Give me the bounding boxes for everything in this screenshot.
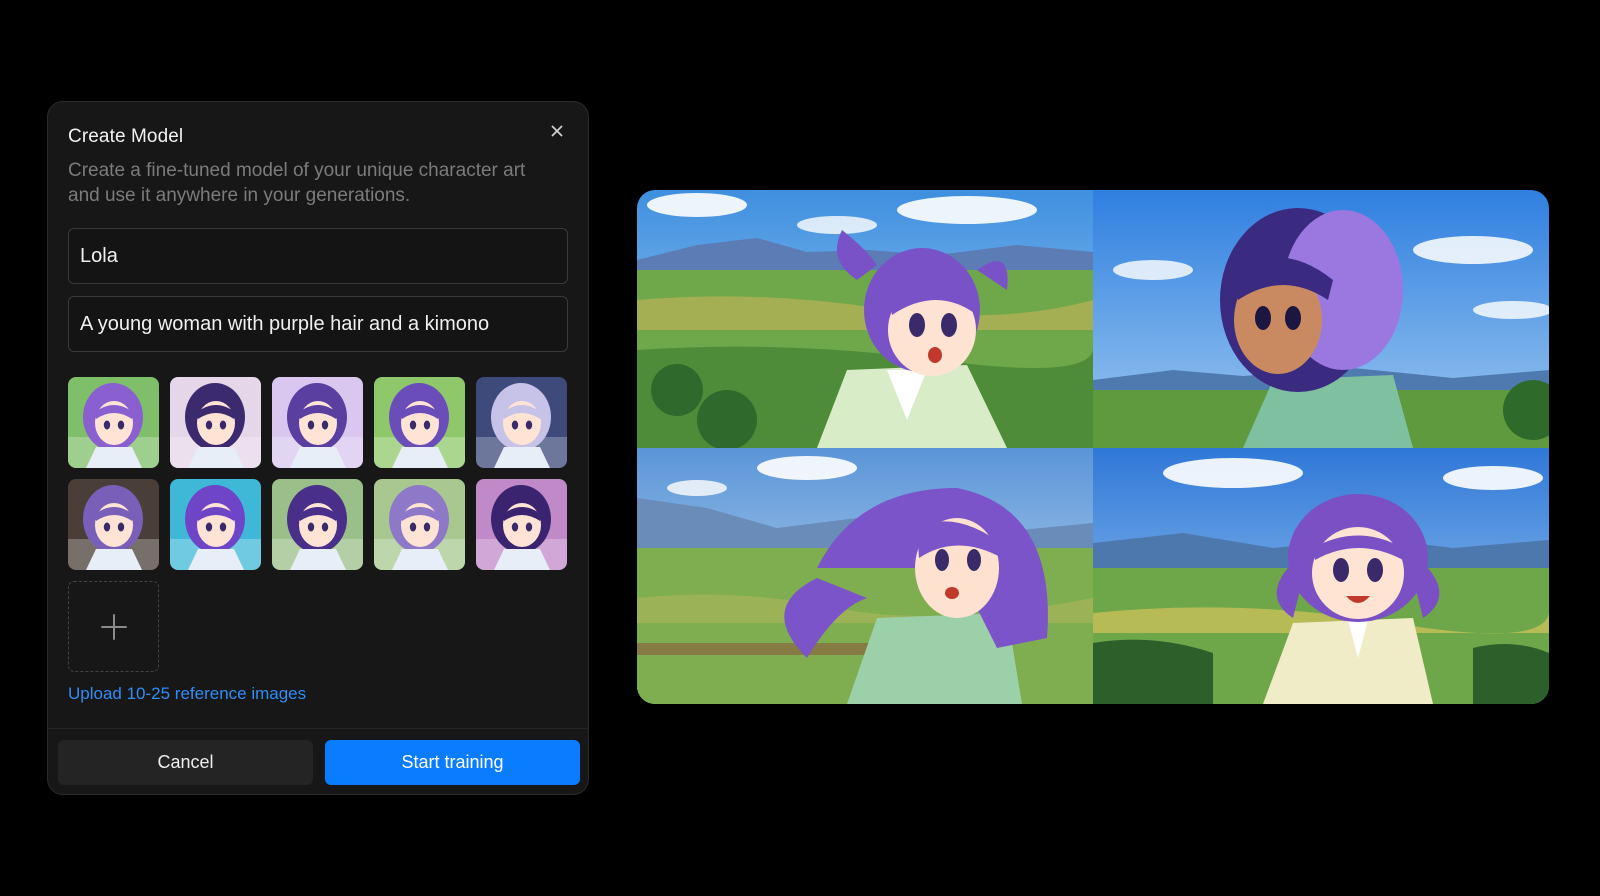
reference-thumbnail[interactable]	[374, 377, 465, 468]
upload-hint-link[interactable]: Upload 10-25 reference images	[68, 684, 306, 704]
preview-image-4	[1093, 448, 1549, 704]
reference-image	[476, 479, 567, 570]
model-description-input[interactable]: A young woman with purple hair and a kim…	[68, 296, 568, 352]
reference-thumbnail[interactable]	[170, 479, 261, 570]
reference-image	[170, 479, 261, 570]
reference-thumbnail[interactable]	[476, 377, 567, 468]
reference-image	[170, 377, 261, 468]
reference-image	[68, 479, 159, 570]
add-image-button[interactable]	[68, 581, 159, 672]
reference-thumbnail[interactable]	[374, 479, 465, 570]
reference-image-grid	[68, 377, 570, 672]
reference-thumbnail[interactable]	[272, 479, 363, 570]
close-icon	[551, 125, 563, 137]
reference-image	[272, 479, 363, 570]
plus-icon	[100, 613, 127, 640]
reference-thumbnail[interactable]	[170, 377, 261, 468]
reference-image	[476, 377, 567, 468]
reference-thumbnail[interactable]	[68, 377, 159, 468]
generated-preview-grid	[637, 190, 1549, 704]
reference-image	[272, 377, 363, 468]
preview-image-1	[637, 190, 1093, 448]
preview-image-3	[637, 448, 1093, 704]
model-name-value: Lola	[80, 244, 118, 267]
cancel-button[interactable]: Cancel	[58, 740, 313, 785]
reference-image	[374, 377, 465, 468]
reference-image	[68, 377, 159, 468]
footer-divider	[48, 728, 588, 729]
start-training-button[interactable]: Start training	[325, 740, 580, 785]
close-button[interactable]	[546, 120, 568, 142]
reference-thumbnail[interactable]	[68, 479, 159, 570]
dialog-description: Create a fine-tuned model of your unique…	[68, 160, 526, 206]
model-name-input[interactable]: Lola	[68, 228, 568, 284]
preview-image-2	[1093, 190, 1549, 448]
reference-image	[374, 479, 465, 570]
stage: Create Model Create a fine-tuned model o…	[0, 0, 1600, 896]
reference-thumbnail[interactable]	[272, 377, 363, 468]
create-model-dialog: Create Model Create a fine-tuned model o…	[47, 101, 589, 795]
dialog-title: Create Model	[68, 126, 184, 147]
model-description-value: A young woman with purple hair and a kim…	[80, 312, 490, 335]
reference-thumbnail[interactable]	[476, 479, 567, 570]
